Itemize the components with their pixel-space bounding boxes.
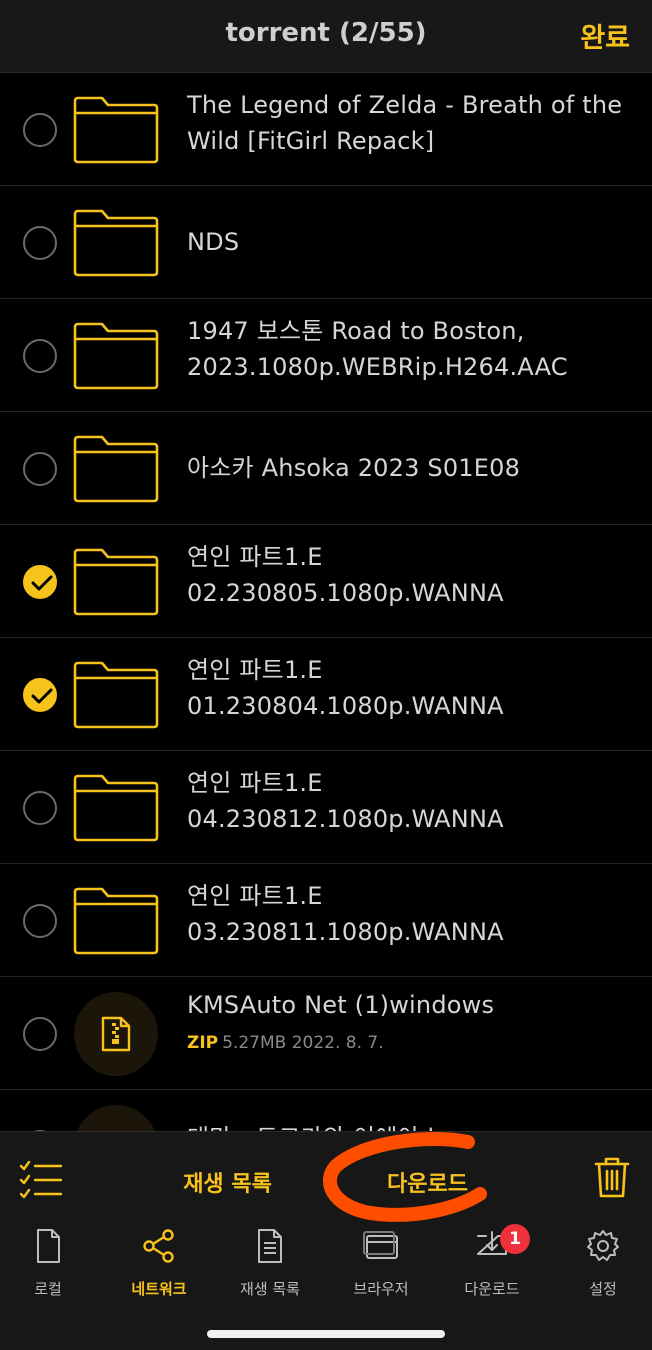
notification-badge: 1 — [500, 1224, 530, 1254]
folder-icon — [72, 321, 160, 391]
folder-icon — [72, 547, 160, 617]
file-name: 아소카 Ahsoka 2023 S01E08 — [187, 454, 521, 482]
tab-label: 로컬 — [34, 1280, 62, 1298]
checked-circle-icon[interactable] — [23, 678, 57, 712]
checklist-icon[interactable] — [18, 1158, 64, 1206]
file-size: 5.27MB — [222, 1033, 287, 1053]
folder-icon — [72, 434, 160, 504]
empty-circle-icon[interactable] — [23, 226, 57, 260]
empty-circle-icon[interactable] — [23, 791, 57, 825]
document-icon — [30, 1228, 66, 1264]
file-row[interactable]: 1947 보스톤 Road to Boston, 2023.1080p.WEBR… — [0, 299, 652, 412]
file-name: 연인 파트1.E 01.230804.1080p.WANNA — [187, 656, 504, 720]
file-browser-screen: torrent (2/55) 완료 The Legend of Zelda - … — [0, 0, 652, 1350]
tab-label: 다운로드 — [464, 1280, 520, 1298]
share-icon — [141, 1228, 177, 1264]
tab-5[interactable]: 1 다운로드 — [437, 1220, 547, 1310]
browser-icon — [363, 1228, 399, 1264]
file-row[interactable]: 연인 파트1.E 01.230804.1080p.WANNA — [0, 638, 652, 751]
folder-icon — [72, 886, 160, 956]
folder-icon — [72, 773, 160, 843]
tab-label: 설정 — [589, 1280, 617, 1298]
folder-icon — [72, 660, 160, 730]
tab-label: 브라우저 — [353, 1280, 409, 1298]
folder-icon — [72, 208, 160, 278]
file-row-partial[interactable]: 대만 - 도쿄가와 이에야스 — [0, 1090, 652, 1131]
file-row[interactable]: 연인 파트1.E 02.230805.1080p.WANNA — [0, 525, 652, 638]
file-row[interactable]: KMSAuto Net (1)windows ZIP 5.27MB 2022. 8.… — [0, 977, 652, 1090]
tab-label: 네트워크 — [131, 1280, 187, 1298]
file-row[interactable]: NDS — [0, 186, 652, 299]
file-name: 연인 파트1.E 04.230812.1080p.WANNA — [187, 769, 504, 833]
home-indicator — [207, 1330, 445, 1338]
tab-4[interactable]: 브라우저 — [326, 1220, 436, 1310]
empty-circle-icon[interactable] — [23, 339, 57, 373]
file-row[interactable]: 연인 파트1.E 03.230811.1080p.WANNA — [0, 864, 652, 977]
download-button[interactable]: 다운로드 — [360, 1166, 495, 1198]
file-name: NDS — [187, 228, 240, 256]
file-row[interactable]: 연인 파트1.E 04.230812.1080p.WANNA — [0, 751, 652, 864]
done-button[interactable]: 완료 — [580, 16, 630, 55]
empty-circle-icon[interactable] — [23, 452, 57, 486]
empty-circle-icon[interactable] — [23, 113, 57, 147]
empty-circle-icon[interactable] — [23, 1017, 57, 1051]
checked-circle-icon[interactable] — [23, 565, 57, 599]
folder-icon — [72, 95, 160, 165]
zip-file-icon — [74, 992, 158, 1076]
trash-icon[interactable] — [594, 1156, 630, 1202]
tab-1[interactable]: 로컬 — [0, 1220, 103, 1310]
file-name: 연인 파트1.E 02.230805.1080p.WANNA — [187, 543, 504, 607]
file-list: The Legend of Zelda - Breath of the Wild… — [0, 73, 652, 1131]
tab-2[interactable]: 네트워크 — [104, 1220, 214, 1310]
file-row[interactable]: The Legend of Zelda - Breath of the Wild… — [0, 73, 652, 186]
file-meta: ZIP 5.27MB 2022. 8. 7. — [187, 1033, 384, 1053]
tab-6[interactable]: 설정 — [548, 1220, 652, 1310]
file-name: The Legend of Zelda - Breath of the Wild… — [187, 91, 623, 155]
empty-circle-icon[interactable] — [23, 904, 57, 938]
navigation-bar: torrent (2/55) 완료 — [0, 0, 652, 73]
file-name: 연인 파트1.E 03.230811.1080p.WANNA — [187, 882, 504, 946]
file-thumb-icon — [74, 1105, 158, 1131]
file-name: 1947 보스톤 Road to Boston, 2023.1080p.WEBR… — [187, 317, 568, 381]
tab-label: 재생 목록 — [240, 1280, 300, 1298]
file-row[interactable]: 아소카 Ahsoka 2023 S01E08 — [0, 412, 652, 525]
bottom-toolbar: 재생 목록 다운로드 로컬 네트워크 재생 목록 브라우저 1 다운로드 설정 — [0, 1131, 652, 1350]
playlist-button[interactable]: 재생 목록 — [160, 1166, 295, 1198]
file-date: 2022. 8. 7. — [291, 1033, 384, 1053]
file-name: KMSAuto Net (1)windows — [187, 991, 495, 1019]
file-name: 대만 - 도쿄가와 이에야스 — [187, 1120, 634, 1131]
page-title: torrent (2/55) — [225, 18, 427, 48]
file-extension: ZIP — [187, 1033, 219, 1053]
tab-bar: 로컬 네트워크 재생 목록 브라우저 1 다운로드 설정 — [0, 1220, 652, 1310]
tab-3[interactable]: 재생 목록 — [215, 1220, 325, 1310]
gear-icon — [585, 1228, 621, 1264]
list-document-icon — [252, 1228, 288, 1264]
